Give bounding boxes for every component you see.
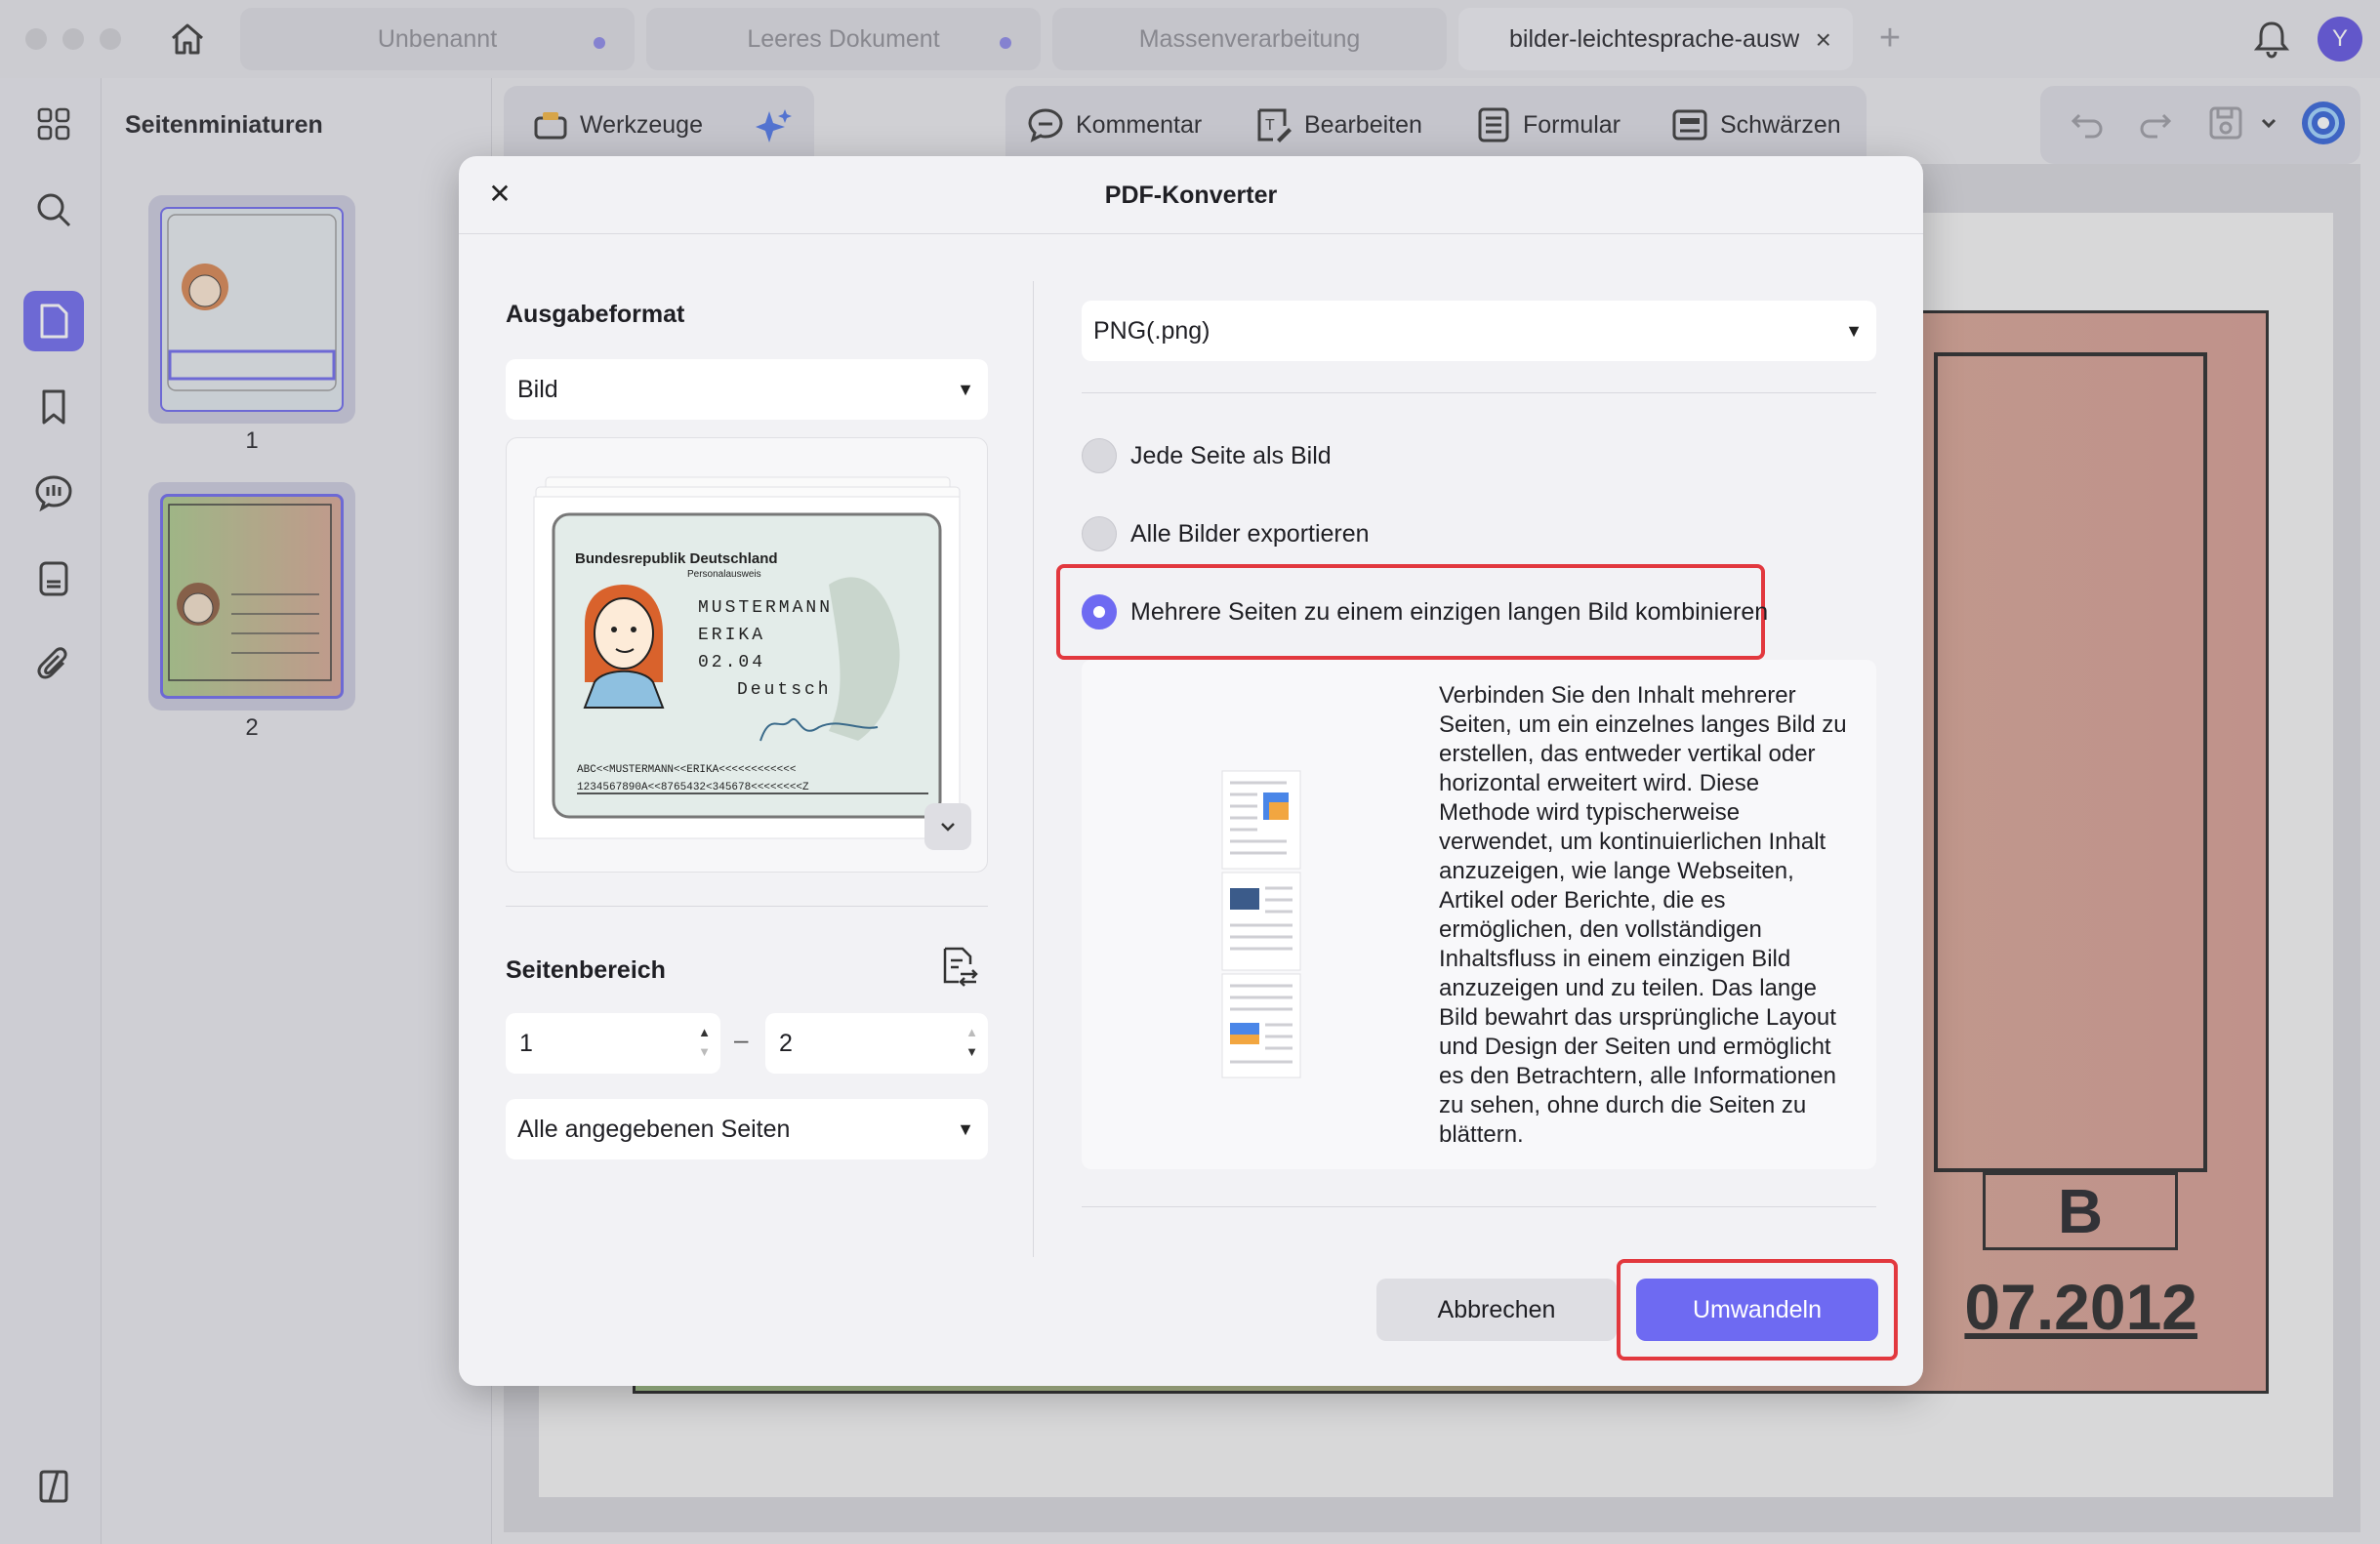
preview-line-4: Deutsch xyxy=(737,680,832,700)
image-format-select[interactable]: PNG(.png) ▼ xyxy=(1082,301,1876,361)
option-description-box: Verbinden Sie den Inhalt mehrerer Seiten… xyxy=(1082,660,1876,1169)
option-description-text: Verbinden Sie den Inhalt mehrerer Seiten… xyxy=(1439,682,1847,1148)
dropdown-caret-icon: ▼ xyxy=(1845,321,1863,341)
dropdown-caret-icon: ▼ xyxy=(957,1119,974,1139)
preview-mrz-2: 1234567890A<<8765432<345678<<<<<<<<Z xyxy=(577,782,809,793)
page-range-from-stepper[interactable]: 1 ▲ ▼ xyxy=(506,1013,720,1074)
option-export-images[interactable]: Alle Bilder exportieren xyxy=(1082,516,1370,551)
pdf-converter-dialog: ✕ PDF-Konverter Ausgabeformat Bild ▼ Bun… xyxy=(459,156,1923,1386)
stepper-arrows-icon[interactable]: ▲ ▼ xyxy=(698,1023,711,1062)
option-combine-long-image[interactable]: Mehrere Seiten zu einem einzigen langen … xyxy=(1082,594,1768,630)
preview-subheader: Personalausweis xyxy=(687,569,761,580)
preview-panel: Bundesrepublik Deutschland Personalauswe… xyxy=(506,437,988,873)
page-range-swap-icon[interactable] xyxy=(937,945,980,993)
preview-header: Bundesrepublik Deutschland xyxy=(575,550,778,567)
divider xyxy=(506,906,988,907)
cancel-button[interactable]: Abbrechen xyxy=(1376,1279,1617,1341)
preview-mrz-1: ABC<<MUSTERMANN<<ERIKA<<<<<<<<<<<< xyxy=(577,764,796,776)
long-image-illustration-icon xyxy=(1221,770,1301,1078)
dialog-title: PDF-Konverter xyxy=(1104,182,1278,209)
dropdown-caret-icon: ▼ xyxy=(957,380,974,399)
radio-button-checked[interactable] xyxy=(1082,594,1117,630)
preview-line-1: MUSTERMANN xyxy=(698,598,833,618)
page-subset-select[interactable]: Alle angegebenen Seiten ▼ xyxy=(506,1099,988,1159)
column-divider xyxy=(1033,281,1034,1257)
chevron-down-icon xyxy=(941,823,955,832)
expand-preview-button[interactable] xyxy=(924,803,971,850)
range-dash: – xyxy=(734,1025,749,1054)
page-range-label: Seitenbereich xyxy=(506,956,666,984)
radio-button[interactable] xyxy=(1082,516,1117,551)
id-card-preview: Bundesrepublik Deutschland Personalauswe… xyxy=(533,476,961,839)
divider xyxy=(1082,1206,1876,1207)
option-each-page[interactable]: Jede Seite als Bild xyxy=(1082,438,1332,473)
stepper-arrows-icon[interactable]: ▲ ▼ xyxy=(965,1023,978,1062)
radio-button[interactable] xyxy=(1082,438,1117,473)
output-format-select[interactable]: Bild ▼ xyxy=(506,359,988,420)
dialog-header: ✕ PDF-Konverter xyxy=(459,156,1923,234)
output-format-label: Ausgabeformat xyxy=(506,301,685,328)
divider xyxy=(1082,392,1876,393)
preview-line-2: ERIKA xyxy=(698,626,765,645)
page-range-to-stepper[interactable]: 2 ▲ ▼ xyxy=(765,1013,988,1074)
convert-button[interactable]: Umwandeln xyxy=(1636,1279,1878,1341)
preview-line-3: 02.04 xyxy=(698,653,765,672)
